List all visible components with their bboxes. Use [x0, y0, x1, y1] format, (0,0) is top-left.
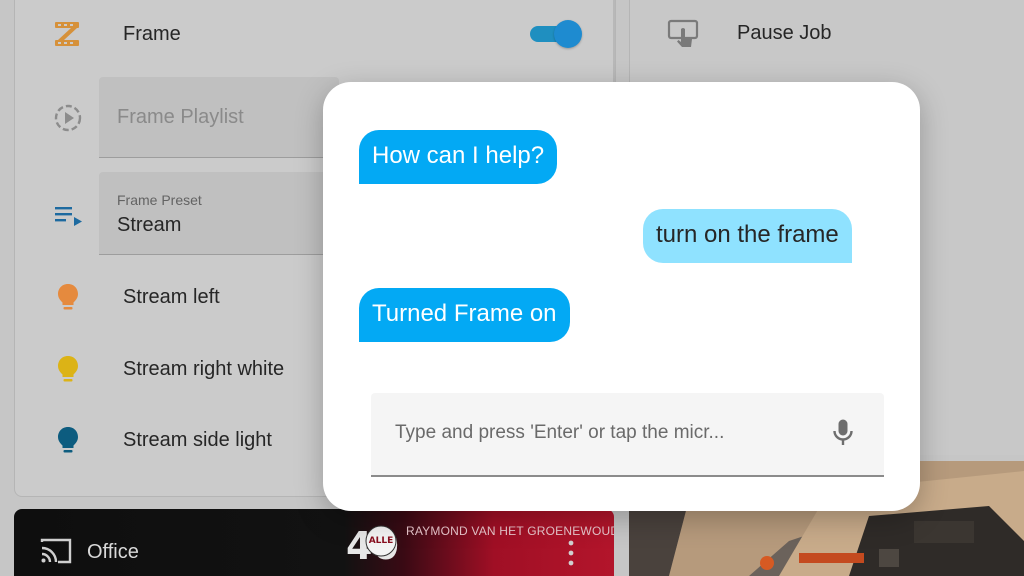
row-stream-left-label: Stream left	[123, 286, 220, 308]
filmstrip-icon	[52, 18, 84, 50]
chat-text-input[interactable]	[371, 393, 835, 473]
frame-preset-value: Stream	[117, 214, 182, 236]
playlist-icon	[52, 200, 84, 232]
album-art-badge: 40 ALLE	[344, 519, 406, 569]
media-player-card[interactable]: Office 40 ALLE RAYMOND VAN HET GROENEWOU…	[14, 509, 614, 576]
play-circle-icon	[52, 102, 84, 134]
touch-icon	[667, 18, 699, 50]
pause-job-label: Pause Job	[737, 22, 832, 44]
toggle-thumb	[554, 20, 582, 48]
microphone-icon[interactable]	[829, 417, 857, 449]
lightbulb-icon	[52, 424, 84, 456]
more-vertical-icon[interactable]	[568, 539, 574, 569]
chat-message-assistant: How can I help?	[359, 130, 558, 184]
frame-preset-select[interactable]: Frame Preset Stream	[99, 172, 339, 255]
lightbulb-icon	[52, 353, 84, 385]
chat-message-assistant: Turned Frame on	[359, 288, 570, 342]
frame-playlist-placeholder: Frame Playlist	[117, 106, 244, 128]
cast-icon[interactable]	[39, 537, 73, 565]
chat-input-field	[371, 393, 884, 477]
media-artist: RAYMOND VAN HET GROENEWOUD	[406, 524, 614, 538]
album-badge-word: ALLE	[369, 536, 394, 546]
row-frame-label: Frame	[123, 23, 181, 45]
frame-playlist-select[interactable]: Frame Playlist	[99, 77, 339, 158]
row-stream-side-light-label: Stream side light	[123, 429, 272, 451]
lightbulb-icon	[52, 281, 84, 313]
chat-message-user: turn on the frame	[643, 209, 852, 263]
frame-preset-caption: Frame Preset	[117, 192, 202, 208]
media-player-title: Office	[87, 541, 139, 563]
row-stream-right-white-label: Stream right white	[123, 358, 285, 380]
